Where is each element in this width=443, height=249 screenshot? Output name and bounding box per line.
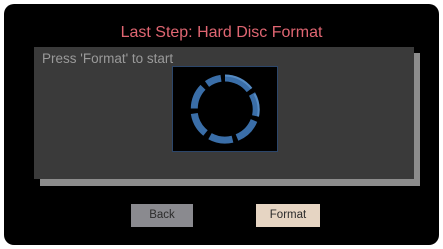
ring-segment — [224, 74, 253, 93]
progress-indicator — [172, 66, 278, 152]
ring-segment — [208, 133, 234, 144]
loading-ring-icon — [190, 74, 260, 144]
ring-segment — [190, 84, 206, 109]
format-button[interactable]: Format — [256, 204, 320, 227]
format-screen: Last Step: Hard Disc Format Press 'Forma… — [4, 4, 439, 245]
page-title: Last Step: Hard Disc Format — [120, 24, 323, 41]
ring-segment — [204, 74, 222, 87]
ring-segment — [190, 112, 208, 136]
format-panel: Press 'Format' to start — [34, 47, 414, 179]
back-button[interactable]: Back — [131, 204, 193, 227]
instruction-text: Press 'Format' to start — [42, 51, 174, 66]
ring-segment — [235, 118, 258, 141]
